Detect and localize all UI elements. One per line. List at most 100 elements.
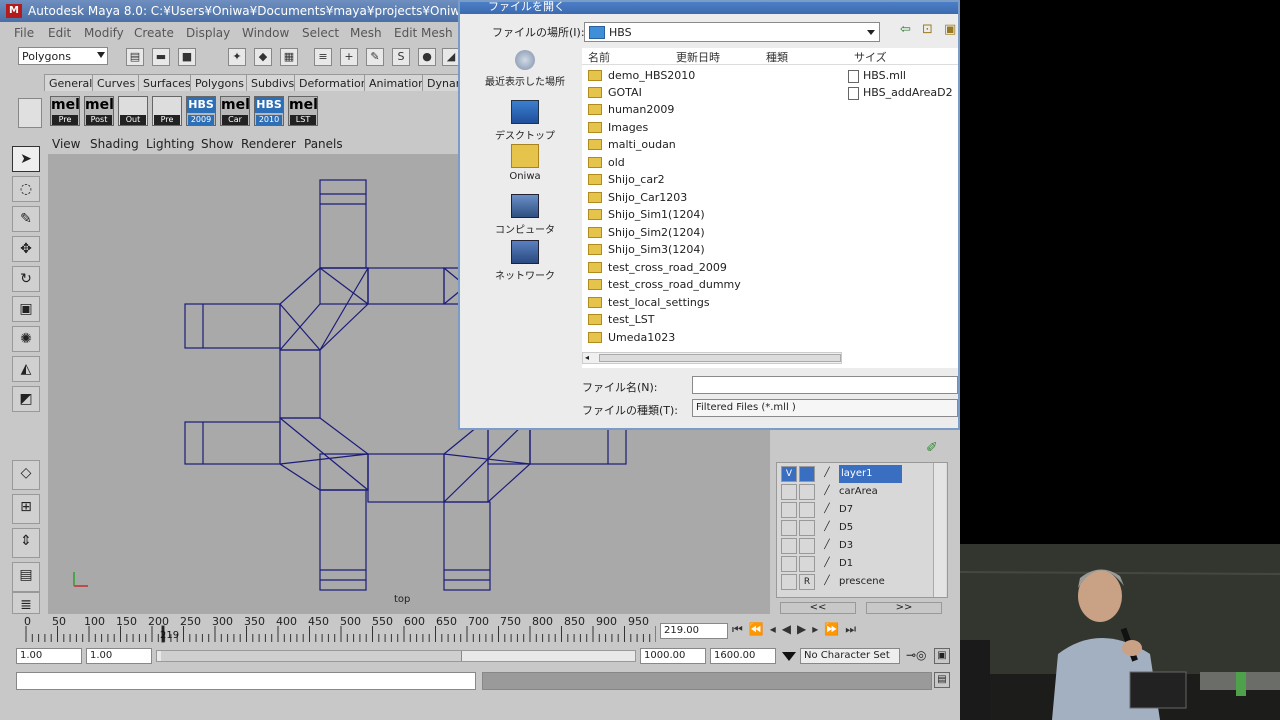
column-header-modified[interactable]: 更新日時: [676, 49, 720, 65]
folder-item[interactable]: GOTAI: [588, 84, 642, 101]
layer-row[interactable]: R ╱ prescene: [781, 573, 943, 591]
scroll-left-icon[interactable]: ◂: [585, 353, 589, 362]
folder-item[interactable]: Umeda1023: [588, 329, 675, 346]
range-slider-handle[interactable]: [161, 651, 462, 661]
shelf-pre-button[interactable]: Pre: [152, 96, 182, 126]
lock-selection-icon[interactable]: ≡: [314, 48, 332, 66]
show-manip-icon[interactable]: ◩: [12, 386, 40, 412]
panel-menu-view[interactable]: View: [52, 137, 80, 151]
go-to-start-icon[interactable]: ⏮: [732, 622, 749, 636]
auto-key-icon[interactable]: ⊸◎: [906, 648, 927, 662]
layer-visibility-toggle[interactable]: [781, 538, 797, 554]
folder-item[interactable]: Shijo_car2: [588, 171, 665, 188]
persp-outliner-layout-icon[interactable]: ▤: [12, 562, 40, 592]
place-computer[interactable]: コンピュータ: [480, 194, 570, 236]
file-item[interactable]: HBS_addAreaD2: [848, 84, 953, 101]
menu-window[interactable]: Window: [242, 26, 289, 40]
select-tool-icon[interactable]: ➤: [12, 146, 40, 172]
filename-input[interactable]: [692, 376, 958, 394]
script-editor-icon[interactable]: ▤: [934, 672, 950, 688]
panel-menu-shading[interactable]: Shading: [90, 137, 139, 151]
snap-curve-icon[interactable]: ✎: [366, 48, 384, 66]
folder-item[interactable]: malti_oudan: [588, 136, 676, 153]
menu-create[interactable]: Create: [134, 26, 174, 40]
folder-item[interactable]: Shijo_Sim1(1204): [588, 206, 705, 223]
menu-edit[interactable]: Edit: [48, 26, 71, 40]
time-slider[interactable]: 0 50 100 150 200 250 300 350 400 450 500…: [16, 614, 656, 644]
place-recent[interactable]: 最近表示した場所: [480, 50, 570, 88]
filetype-dropdown[interactable]: Filtered Files (*.mll ): [692, 399, 958, 417]
go-to-end-icon[interactable]: ⏭: [845, 622, 862, 636]
folder-item[interactable]: test_cross_road_2009: [588, 259, 727, 276]
layer-prev-button[interactable]: <<: [780, 602, 856, 614]
layer-type-toggle[interactable]: R: [799, 574, 815, 590]
column-header-name[interactable]: 名前: [588, 49, 610, 65]
single-pane-layout-icon[interactable]: ◇: [12, 460, 40, 490]
shelf-mel-lst-button[interactable]: mel LST: [288, 96, 318, 126]
menu-edit-mesh[interactable]: Edit Mesh: [394, 26, 453, 40]
step-back-frame-icon[interactable]: ◂: [770, 622, 782, 636]
layer-list-scrollbar[interactable]: [933, 463, 946, 597]
play-forward-icon[interactable]: ▶: [797, 622, 812, 636]
current-time-field[interactable]: 219.00: [660, 623, 728, 639]
layer-row[interactable]: ╱ carArea: [781, 483, 943, 501]
layer-color-icon[interactable]: ╱: [819, 538, 835, 554]
play-back-icon[interactable]: ◀: [782, 622, 797, 636]
select-component-icon[interactable]: ▦: [280, 48, 298, 66]
file-item[interactable]: HBS.mll: [848, 67, 906, 84]
folder-item[interactable]: demo_HBS2010: [588, 67, 695, 84]
location-dropdown[interactable]: HBS: [584, 22, 880, 42]
panel-menu-renderer[interactable]: Renderer: [241, 137, 296, 151]
layer-next-button[interactable]: >>: [866, 602, 942, 614]
place-network[interactable]: ネットワーク: [480, 240, 570, 282]
shelf-out-button[interactable]: Out: [118, 96, 148, 126]
layer-type-toggle[interactable]: [799, 520, 815, 536]
layer-visibility-toggle[interactable]: [781, 502, 797, 518]
snap-plane-icon[interactable]: ●: [418, 48, 436, 66]
panel-menu-show[interactable]: Show: [201, 137, 233, 151]
step-forward-frame-icon[interactable]: ▸: [812, 622, 824, 636]
shelf-hbs-2009-button[interactable]: HBS 2009: [186, 96, 216, 126]
back-arrow-icon[interactable]: ⇦: [900, 22, 911, 37]
save-scene-icon[interactable]: ■: [178, 48, 196, 66]
tab-curves[interactable]: Curves: [92, 74, 141, 91]
shelf-mel-car-button[interactable]: mel Car: [220, 96, 250, 126]
outliner-layout-icon[interactable]: ≣: [12, 592, 40, 614]
mode-dropdown[interactable]: Polygons: [18, 47, 108, 65]
menu-display[interactable]: Display: [186, 26, 230, 40]
tab-polygons[interactable]: Polygons: [190, 74, 249, 91]
move-tool-icon[interactable]: ✥: [12, 236, 40, 262]
folder-item[interactable]: Shijo_Sim3(1204): [588, 241, 705, 258]
snap-point-icon[interactable]: S: [392, 48, 410, 66]
folder-item[interactable]: Images: [588, 119, 648, 136]
folder-item[interactable]: test_local_settings: [588, 294, 710, 311]
layer-color-icon[interactable]: ╱: [819, 502, 835, 518]
layer-row[interactable]: V ╱ layer1: [781, 465, 943, 483]
tab-subdivs[interactable]: Subdivs: [246, 74, 300, 91]
folder-item[interactable]: Shijo_Car1203: [588, 189, 687, 206]
folder-item[interactable]: old: [588, 154, 625, 171]
layer-row[interactable]: ╱ D1: [781, 555, 943, 573]
scroll-thumb[interactable]: [599, 354, 841, 362]
folder-item[interactable]: test_LST: [588, 311, 654, 328]
layer-color-icon[interactable]: ╱: [819, 484, 835, 500]
place-desktop[interactable]: デスクトップ: [480, 100, 570, 142]
rotate-tool-icon[interactable]: ↻: [12, 266, 40, 292]
snap-grid-icon[interactable]: +: [340, 48, 358, 66]
folder-item[interactable]: test_cross_road_dummy: [588, 276, 741, 293]
menu-select[interactable]: Select: [302, 26, 339, 40]
new-scene-icon[interactable]: ▤: [126, 48, 144, 66]
up-folder-icon[interactable]: ⊡: [922, 22, 933, 37]
column-header-size[interactable]: サイズ: [854, 49, 887, 65]
lasso-tool-icon[interactable]: ◌: [12, 176, 40, 202]
menu-modify[interactable]: Modify: [84, 26, 124, 40]
paint-select-tool-icon[interactable]: ✎: [12, 206, 40, 232]
soft-mod-icon[interactable]: ◭: [12, 356, 40, 382]
tab-surfaces[interactable]: Surfaces: [138, 74, 196, 91]
layer-type-toggle[interactable]: [799, 538, 815, 554]
open-scene-icon[interactable]: ▬: [152, 48, 170, 66]
layer-visibility-toggle[interactable]: [781, 520, 797, 536]
layer-visibility-toggle[interactable]: [781, 574, 797, 590]
tab-deformation[interactable]: Deformation: [294, 74, 373, 91]
tab-animation[interactable]: Animation: [364, 74, 431, 91]
